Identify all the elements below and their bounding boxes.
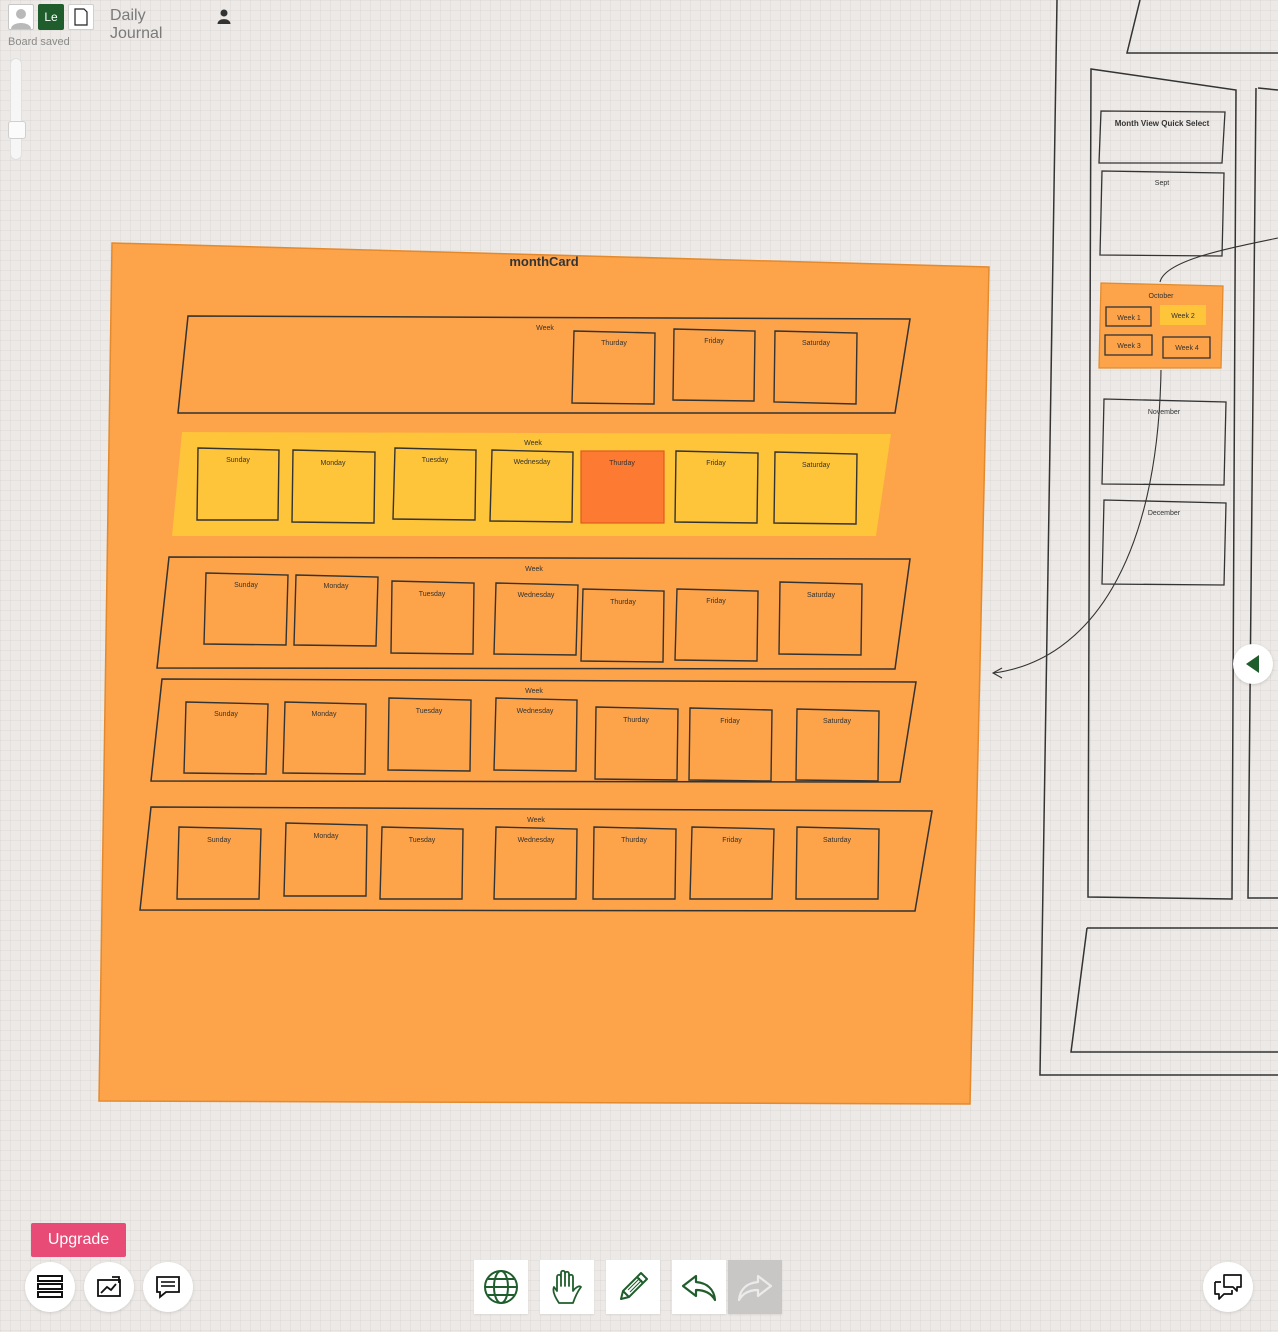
week-row-2[interactable]: Week Sunday Monday Tuesday Wednesday Thu… [172, 432, 891, 536]
board-canvas[interactable]: Month View Quick Select Sept October Wee… [0, 0, 1278, 1332]
day-label: Wednesday [517, 708, 554, 715]
undo-button[interactable] [672, 1260, 726, 1314]
redo-button[interactable] [728, 1260, 782, 1314]
month-card[interactable]: monthCard [98, 242, 990, 1105]
right-sketch-frames [1039, 0, 1278, 1076]
export-button[interactable] [84, 1262, 134, 1312]
day-label: Wednesday [514, 459, 551, 466]
chat-bubbles-icon [1214, 1274, 1242, 1300]
day-label: Friday [704, 338, 724, 345]
week-5-label: Week [527, 817, 545, 824]
day-label: Sunday [226, 457, 250, 464]
day-label: Thurday [610, 599, 636, 606]
day-label: Monday [312, 711, 337, 718]
month-december-label: December [1148, 510, 1181, 517]
month-sept-label: Sept [1155, 180, 1169, 187]
october-week-2-label: Week 2 [1171, 313, 1195, 320]
day-label: Monday [314, 833, 339, 840]
side-panel-toggle[interactable] [1233, 644, 1273, 684]
connector-october-out[interactable] [1159, 237, 1278, 283]
day-label: Saturday [802, 462, 831, 469]
month-november-label: November [1148, 409, 1181, 416]
redo-icon [737, 1274, 773, 1302]
day-label: Monday [324, 583, 349, 590]
month-october-label: October [1149, 293, 1175, 300]
october-week-4-label: Week 4 [1175, 345, 1199, 352]
globe-tool-button[interactable] [474, 1260, 528, 1314]
day-label: Saturday [807, 592, 836, 599]
day-label: Saturday [823, 837, 852, 844]
day-label: Saturday [802, 340, 831, 347]
month-quick-select: Month View Quick Select Sept October Wee… [1098, 110, 1227, 586]
day-label: Tuesday [419, 591, 446, 598]
upgrade-button[interactable]: Upgrade [31, 1223, 126, 1257]
triangle-left-icon [1246, 655, 1259, 673]
comments-button[interactable] [143, 1262, 193, 1312]
hand-icon [552, 1269, 582, 1304]
day-label: Friday [722, 837, 742, 844]
export-image-icon [97, 1276, 121, 1297]
month-card-title: monthCard [509, 254, 578, 269]
pencil-icon [620, 1272, 648, 1300]
october-week-1-label: Week 1 [1117, 315, 1141, 322]
day-label: Sunday [207, 837, 231, 844]
comment-icon [156, 1276, 180, 1299]
connector-october-to-month[interactable] [993, 369, 1162, 674]
globe-icon [484, 1270, 518, 1304]
day-label: Tuesday [422, 457, 449, 464]
day-label: Tuesday [416, 708, 443, 715]
day-label: Friday [706, 598, 726, 605]
day-label: Thurday [621, 837, 647, 844]
day-label: Friday [706, 460, 726, 467]
week-2-label: Week [524, 440, 542, 447]
october-week-3-label: Week 3 [1117, 343, 1141, 350]
day-label: Sunday [214, 711, 238, 718]
pencil-tool-button[interactable] [606, 1260, 660, 1314]
week-1-label: Week [536, 325, 554, 332]
day-label: Thurday [601, 340, 627, 347]
quick-select-title: Month View Quick Select [1115, 119, 1210, 128]
layers-button[interactable] [25, 1262, 75, 1312]
week-2-frame[interactable] [172, 432, 891, 536]
day-label: Friday [720, 718, 740, 725]
day-label: Wednesday [518, 837, 555, 844]
chat-button[interactable] [1203, 1262, 1253, 1312]
day-label: Saturday [823, 718, 852, 725]
day-label: Sunday [234, 582, 258, 589]
day-label: Monday [321, 460, 346, 467]
layers-icon [37, 1275, 63, 1298]
day-label: Thurday [609, 460, 635, 467]
day-label: Thurday [623, 717, 649, 724]
day-label: Tuesday [409, 837, 436, 844]
week-4-label: Week [525, 688, 543, 695]
week-3-label: Week [525, 566, 543, 573]
undo-icon [681, 1274, 717, 1302]
hand-tool-button[interactable] [540, 1260, 594, 1314]
month-card-body[interactable] [98, 242, 990, 1105]
day-label: Wednesday [518, 592, 555, 599]
